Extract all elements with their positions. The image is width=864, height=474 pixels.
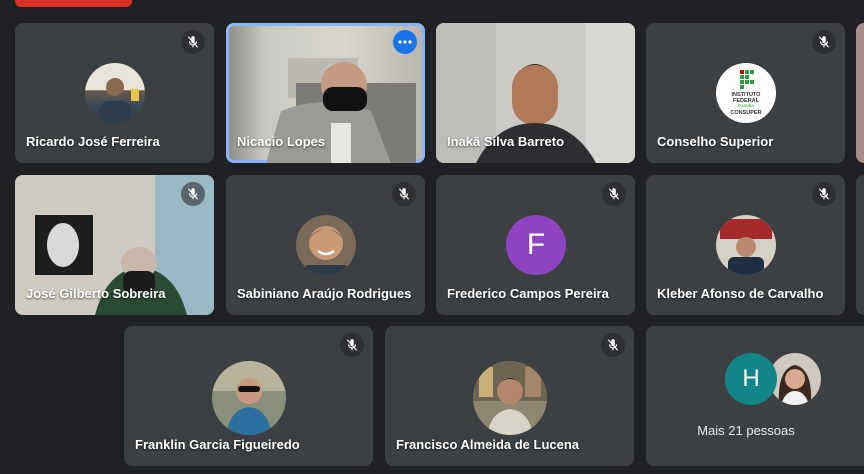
- participant-name: Inakã Silva Barreto: [447, 134, 565, 149]
- participant-tile-frederico[interactable]: F Frederico Campos Pereira: [436, 175, 635, 315]
- participant-tile-francisco[interactable]: Francisco Almeida de Lucena: [385, 326, 634, 466]
- participant-name: Frederico Campos Pereira: [447, 286, 609, 301]
- mic-off-icon: [181, 182, 205, 206]
- participant-tile-partial-right[interactable]: [856, 23, 864, 163]
- more-participants-label: Mais 21 pessoas: [697, 423, 795, 438]
- participant-name: Ricardo José Ferreira: [26, 134, 160, 149]
- avatar: [473, 361, 547, 435]
- leave-call-button[interactable]: [15, 0, 132, 7]
- avatar: [296, 215, 356, 275]
- participant-tile-partial-right-2[interactable]: [856, 175, 864, 315]
- mic-off-icon: [340, 333, 364, 357]
- letter-avatar: F: [506, 215, 566, 275]
- participant-name: Kleber Afonso de Carvalho: [657, 286, 824, 301]
- participant-tile-jose[interactable]: José Gilberto Sobreira: [15, 175, 214, 315]
- participant-tile-franklin[interactable]: Franklin Garcia Figueiredo: [124, 326, 373, 466]
- letter-avatar: H: [725, 353, 777, 405]
- mic-off-icon: [181, 30, 205, 54]
- avatar-letter: F: [526, 228, 546, 261]
- ifpb-logo: INSTITUTO FEDERAL Paraíba CONSUPER: [716, 63, 776, 123]
- mic-off-icon: [392, 182, 416, 206]
- participant-name: Franklin Garcia Figueiredo: [135, 437, 300, 452]
- more-participants-tile[interactable]: H Mais 21 pessoas: [646, 326, 864, 466]
- participant-name: Nicacio Lopes: [237, 134, 326, 149]
- more-options-icon[interactable]: [393, 30, 417, 54]
- participant-tile-nicacio[interactable]: Nicacio Lopes: [226, 23, 425, 163]
- mic-off-icon: [602, 182, 626, 206]
- participant-name: Sabiniano Araújo Rodrigues: [237, 286, 412, 301]
- participant-tile-sabiniano[interactable]: Sabiniano Araújo Rodrigues: [226, 175, 425, 315]
- avatar: [85, 63, 145, 123]
- avatar-letter: H: [742, 365, 760, 392]
- avatar: [716, 215, 776, 275]
- mic-off-icon: [601, 333, 625, 357]
- participant-name: José Gilberto Sobreira: [26, 286, 166, 301]
- svg-text:Paraíba: Paraíba: [738, 103, 754, 108]
- participant-tile-kleber[interactable]: Kleber Afonso de Carvalho: [646, 175, 845, 315]
- participant-tile-ricardo[interactable]: Ricardo José Ferreira: [15, 23, 214, 163]
- participant-name: Francisco Almeida de Lucena: [396, 437, 580, 452]
- avatar: [212, 361, 286, 435]
- participant-tile-conselho[interactable]: INSTITUTO FEDERAL Paraíba CONSUPER Conse…: [646, 23, 845, 163]
- mic-off-icon: [812, 30, 836, 54]
- participant-tile-inaka[interactable]: Inakã Silva Barreto: [436, 23, 635, 163]
- participant-name: Conselho Superior: [657, 134, 774, 149]
- svg-text:CONSUPER: CONSUPER: [730, 110, 761, 116]
- mic-off-icon: [812, 182, 836, 206]
